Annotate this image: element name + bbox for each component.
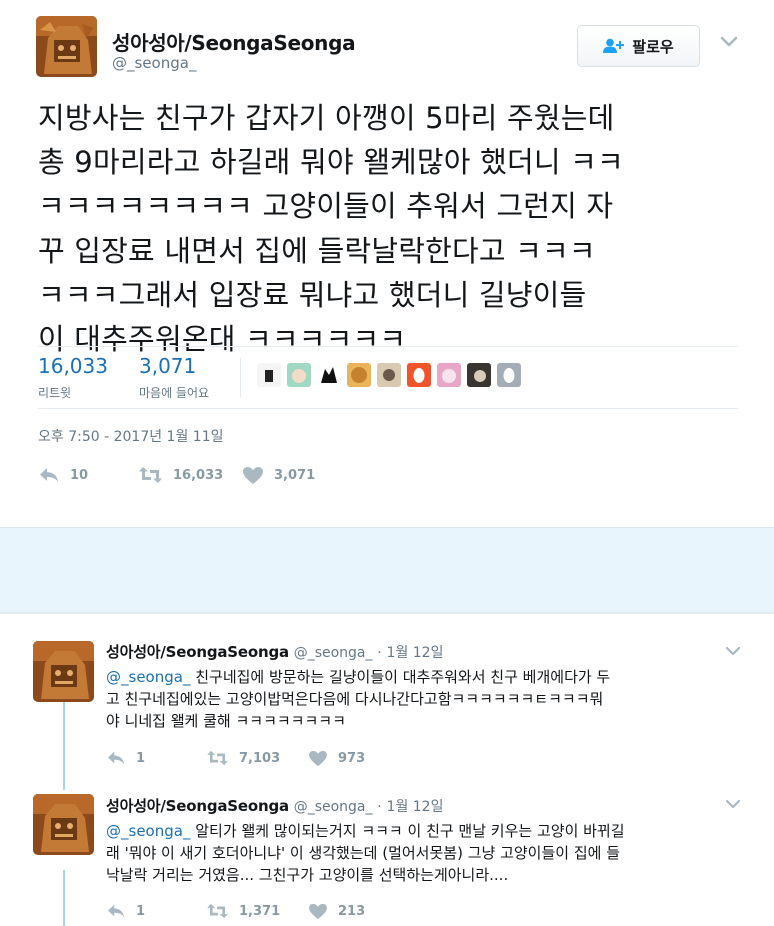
reply-count: 1 (136, 903, 146, 919)
tweet-timestamp[interactable]: 오후 7:50 - 2017년 1월 11일 (38, 426, 224, 446)
retweet-icon (207, 750, 228, 766)
reply-author-handle[interactable]: @_seonga_ (294, 799, 373, 815)
retweet-button[interactable]: 16,033 (138, 466, 242, 484)
chevron-down-icon[interactable] (725, 646, 741, 657)
reply-author-handle[interactable]: @_seonga_ (294, 645, 373, 661)
reply-author-name[interactable]: 성아성아/SeongaSeonga (106, 643, 289, 661)
liker-avatar-5[interactable] (377, 363, 401, 387)
replies-thread: 성아성아/SeongaSeonga @_seonga_ · 1월 12일 @_s… (0, 613, 774, 926)
likes-stat[interactable]: 3,071 마음에 들어요 (139, 354, 209, 401)
separator-dot: · (377, 799, 382, 815)
tweet-text-line: ㅋㅋㅋㅋㅋㅋㅋㅋ 고양이들이 추워서 그런지 자 (38, 189, 614, 224)
retweets-label: 리트윗 (38, 386, 72, 400)
retweets-count: 16,033 (38, 354, 108, 378)
liker-avatar-7[interactable] (437, 363, 461, 387)
thread-connector (63, 696, 65, 790)
retweets-stat[interactable]: 16,033 리트윗 (38, 354, 108, 401)
divider (38, 346, 738, 347)
author-display-name[interactable]: 성아성아/SeongaSeonga (112, 27, 356, 56)
reply-icon (108, 904, 124, 918)
reply-button[interactable]: 1 (106, 750, 206, 766)
like-button[interactable]: 973 (308, 750, 365, 767)
follow-button[interactable]: 팔로우 (577, 25, 700, 67)
like-button[interactable]: 213 (308, 903, 365, 920)
likers-avatar-row (257, 363, 521, 387)
liker-avatar-4[interactable] (347, 363, 371, 387)
thread-connector (63, 870, 65, 926)
reply-count: 1 (136, 750, 146, 766)
reply-author-name[interactable]: 성아성아/SeongaSeonga (106, 797, 289, 815)
tweet-text-line: 총 9마리라고 하길래 뭐야 왤케많아 했더니 ㅋㅋ (38, 145, 624, 180)
likes-count: 3,071 (139, 354, 197, 378)
like-count: 3,071 (274, 467, 316, 483)
retweet-count: 7,103 (239, 750, 281, 766)
add-user-icon (603, 38, 625, 53)
reply-icon (108, 751, 124, 765)
reply-text-segment: 친구네집에 방문하는 길냥이들이 대추주워와서 친구 베개에다가 두 (190, 668, 611, 686)
likes-label: 마음에 들어요 (139, 386, 210, 400)
retweet-button[interactable]: 7,103 (206, 750, 308, 766)
author-avatar[interactable] (36, 16, 97, 77)
reply-author-avatar[interactable] (33, 641, 94, 702)
retweet-icon (207, 903, 228, 919)
retweet-count: 1,371 (239, 903, 281, 919)
tweet-text: 지방사는 친구가 갑자기 아깽이 5마리 주웠는데 총 9마리라고 하길래 뭐야… (38, 96, 754, 361)
heart-icon (309, 750, 327, 766)
reply-text-line: 고 친구네집에있는 고양이밥먹은다음에 다시나간다고함ㅋㅋㅋㅋㅋㅋㅌㅋㅋㅋ뭐 (106, 690, 604, 708)
reply-author-avatar[interactable] (33, 794, 94, 855)
retweet-icon (139, 467, 162, 483)
retweet-button[interactable]: 1,371 (206, 903, 308, 919)
tweet-text-line: ㅋㅋㅋ그래서 입장료 뭐냐고 했더니 길냥이들 (38, 277, 587, 312)
author-handle[interactable]: @_seonga_ (112, 54, 196, 72)
reply-button[interactable]: 10 (38, 466, 138, 484)
reply-icon (40, 468, 58, 482)
reply-text-line: 낙날락 거리는 거였음... 그친구가 고양이를 선택하는게아니라.... (106, 866, 509, 884)
liker-avatar-1[interactable] (257, 363, 281, 387)
mention-link[interactable]: @_seonga_ (106, 822, 190, 840)
separator-dot: · (377, 645, 382, 661)
reply-text-segment: 알티가 왤케 많이되는거지 ㅋㅋㅋ 이 친구 맨날 키우는 고양이 바뀌길 (190, 822, 625, 840)
chevron-down-icon[interactable] (720, 36, 738, 48)
chevron-down-icon[interactable] (725, 799, 741, 810)
heart-icon (243, 466, 263, 484)
reply-text-line: 래 '뭐야 이 새기 호더아니냐' 이 생각했는데 (멀어서못봄) 그냥 고양이… (106, 844, 621, 862)
tweet-text-line: 지방사는 친구가 갑자기 아깽이 5마리 주웠는데 (38, 101, 615, 135)
liker-avatar-8[interactable] (467, 363, 491, 387)
liker-default-egg-orange[interactable] (407, 363, 431, 387)
reply-actions: 1 7,103 973 (106, 748, 365, 768)
reply-header: 성아성아/SeongaSeonga @_seonga_ · 1월 12일 (106, 641, 443, 662)
reply-date[interactable]: 1월 12일 (387, 645, 444, 661)
reply-actions: 1 1,371 213 (106, 901, 365, 921)
divider (240, 358, 241, 398)
reply-text: @_seonga_ 친구네집에 방문하는 길냥이들이 대추주워와서 친구 베개에… (106, 666, 746, 732)
divider (38, 408, 738, 409)
mention-link[interactable]: @_seonga_ (106, 668, 190, 686)
main-tweet: 성아성아/SeongaSeonga @_seonga_ 팔로우 지방사는 친구가… (0, 0, 774, 527)
reply-header: 성아성아/SeongaSeonga @_seonga_ · 1월 12일 (106, 795, 443, 816)
reply-date[interactable]: 1월 12일 (387, 799, 444, 815)
tweet-actions: 10 16,033 3,071 (38, 464, 315, 486)
reply-compose-area[interactable] (0, 527, 774, 613)
like-count: 973 (338, 750, 366, 766)
like-count: 213 (338, 903, 366, 919)
reply-button[interactable]: 1 (106, 903, 206, 919)
follow-button-label: 팔로우 (632, 37, 674, 56)
reply-text: @_seonga_ 알티가 왤케 많이되는거지 ㅋㅋㅋ 이 친구 맨날 키우는 … (106, 820, 746, 886)
liker-avatar-2[interactable] (287, 363, 311, 387)
like-button[interactable]: 3,071 (242, 466, 315, 485)
reply-text-line: 야 니네집 왤케 쿨해 ㅋㅋㅋㅋㅋㅋㅋㅋ (106, 712, 346, 730)
liker-default-egg-gray[interactable] (497, 363, 521, 387)
reply-count: 10 (70, 467, 89, 483)
retweet-count: 16,033 (173, 467, 224, 483)
heart-icon (309, 903, 327, 919)
liker-avatar-3[interactable] (317, 363, 341, 387)
tweet-text-line: 꾸 입장료 내면서 집에 들락날락한다고 ㅋㅋㅋ (38, 233, 596, 268)
